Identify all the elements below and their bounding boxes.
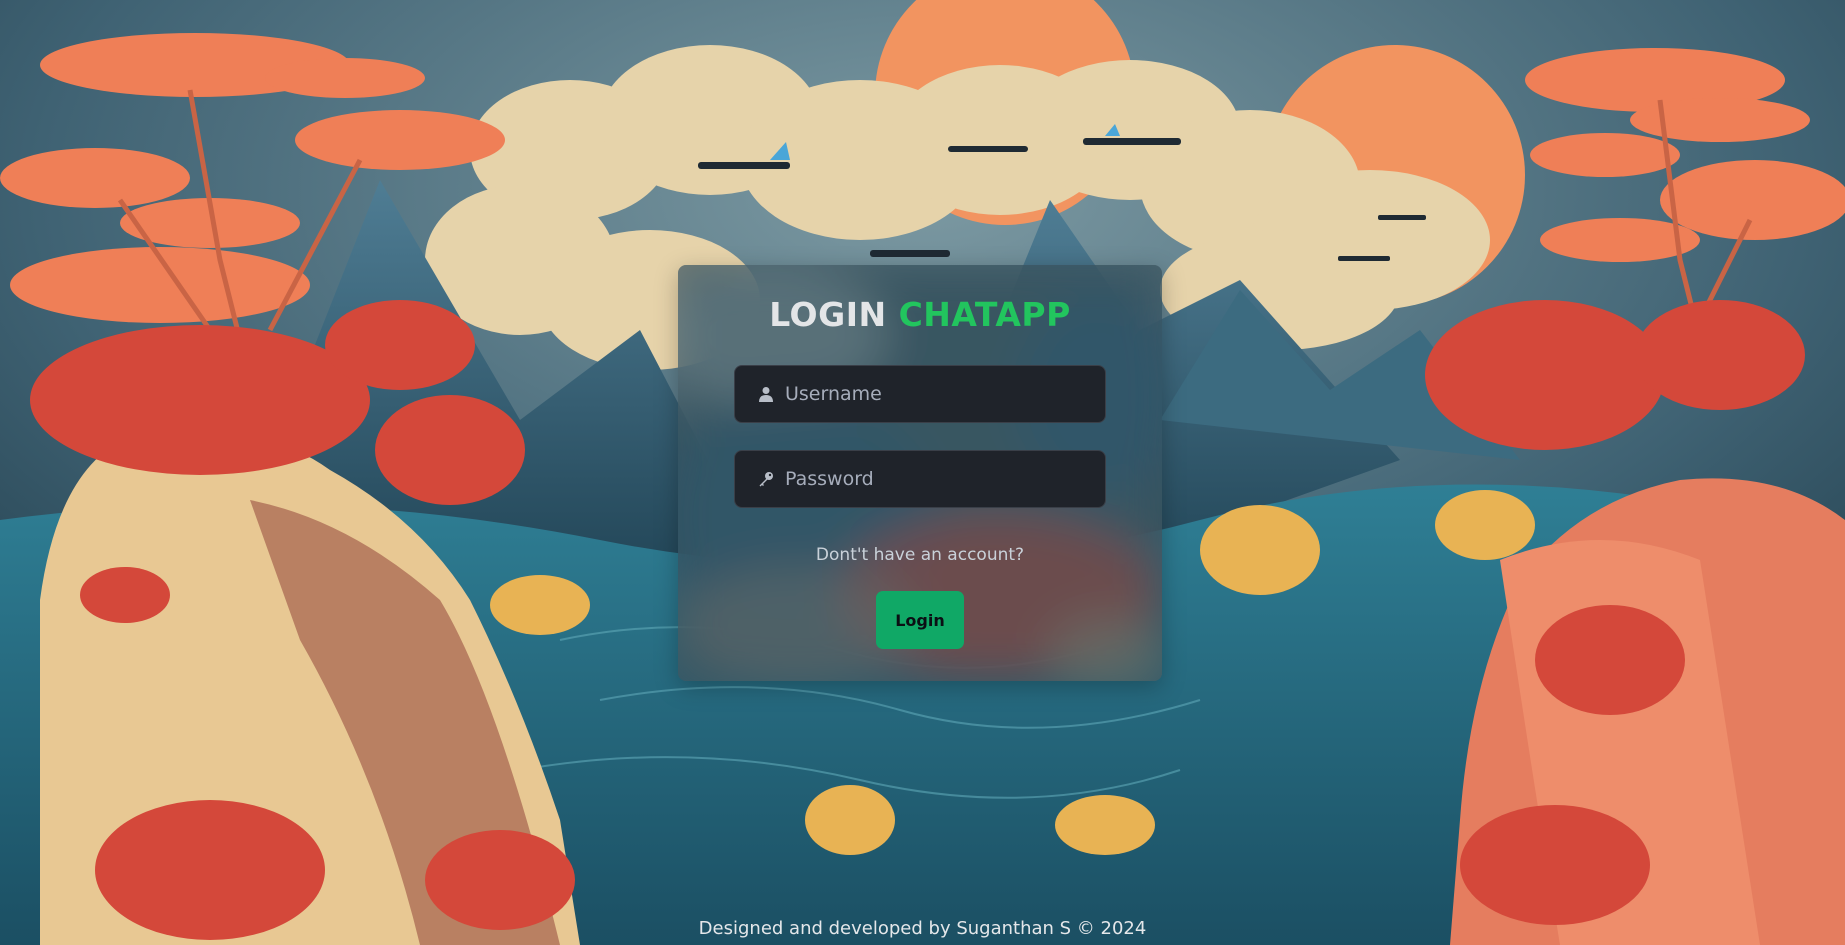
signup-link[interactable]: Dont't have an account? xyxy=(678,545,1162,565)
login-title: LOGIN CHATAPP xyxy=(678,295,1162,334)
password-input[interactable] xyxy=(785,451,1105,507)
key-icon xyxy=(757,470,775,488)
username-input[interactable] xyxy=(785,366,1105,422)
username-field[interactable] xyxy=(734,365,1106,423)
password-field[interactable] xyxy=(734,450,1106,508)
footer-credit: Designed and developed by Suganthan S © … xyxy=(698,918,1147,939)
login-page: LOGINCHATAPP Dont't have an account xyxy=(0,0,1845,945)
login-button[interactable]: Login xyxy=(876,591,964,649)
user-icon xyxy=(757,385,775,403)
app-name-title: CHATAPP xyxy=(898,295,1071,334)
login-card: LOGINCHATAPP Dont't have an account xyxy=(678,265,1162,681)
login-title-word: LOGIN xyxy=(769,295,887,334)
